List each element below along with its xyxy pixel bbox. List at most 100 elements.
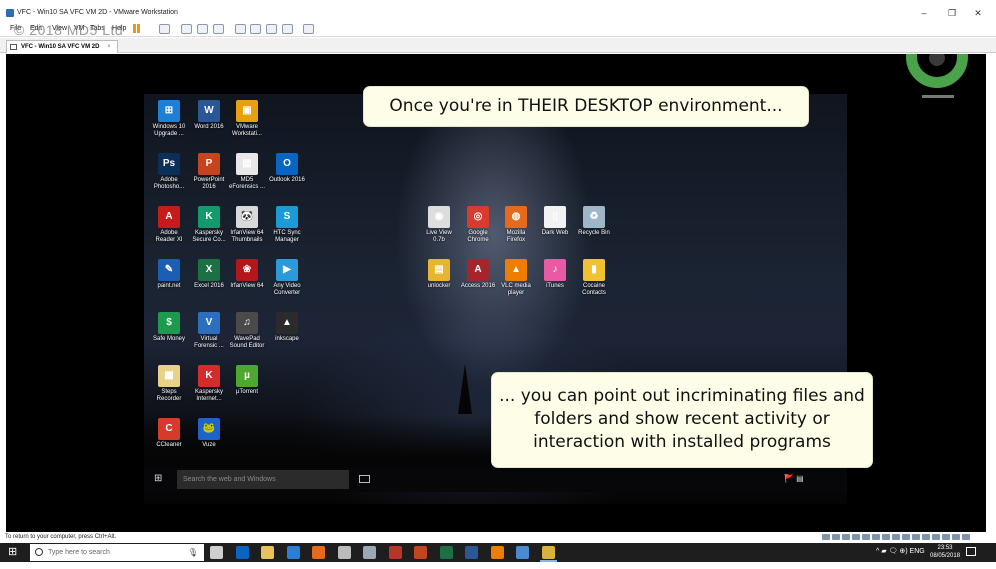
desktop-icon[interactable]: ▦ Steps Recorder [150,365,188,403]
unity-icon[interactable] [282,24,293,34]
desktop-icon[interactable]: ◎ Google Chrome [459,206,497,244]
device-icon[interactable] [912,534,920,540]
vm-console[interactable]: ⊞ Windows 10 Upgrade ... W Word 2016 ▣ VMware… [6,54,986,532]
desktop-icon[interactable]: W Word 2016 [190,100,228,131]
show-library-icon[interactable] [235,24,246,34]
taskbar-firefox-icon[interactable] [312,546,325,559]
minimize-button[interactable]: – [914,8,934,19]
guest-tray[interactable]: 🚩 ▤ [784,474,804,483]
device-icon[interactable] [902,534,910,540]
window-title: VFC - Win10 SA VFC VM 2D - VMware Workst… [17,9,178,16]
desktop-icon[interactable]: ◉ Live View 0.7b [420,206,458,244]
pause-icon[interactable] [131,24,142,34]
desktop-icon[interactable]: X Excel 2016 [190,259,228,290]
app-icon: ▶ [276,259,298,281]
desktop-icon[interactable]: 🐸 Vuze [190,418,228,449]
tab-close-icon[interactable]: × [107,44,111,50]
taskbar-edge-icon[interactable] [286,546,300,559]
device-icon[interactable] [832,534,840,540]
desktop-icon-label: VLC media player [501,283,531,296]
revert-snapshot-icon[interactable] [197,24,208,34]
device-icon[interactable] [962,534,970,540]
desktop-icon[interactable]: $ Safe Money [150,312,188,343]
desktop-icon[interactable]: ♻ Recycle Bin [575,206,613,237]
close-button[interactable]: ✕ [968,8,988,19]
desktop-icon[interactable]: ✎ paint.net [150,259,188,290]
taskbar-calculator-icon[interactable] [337,546,351,559]
desktop-icon[interactable]: ▲ VLC media player [497,259,535,297]
guest-task-view-icon[interactable] [359,475,370,483]
taskbar-excel-icon[interactable] [439,546,453,559]
desktop-icon[interactable]: V Virtual Forensic ... [190,312,228,350]
app-icon: ▤ [428,259,450,281]
desktop-icon[interactable]: K Kaspersky Internet... [190,365,228,403]
desktop-icon[interactable]: A Adobe Reader XI [150,206,188,244]
taskbar-task-view-icon[interactable] [210,546,223,559]
desktop-icon[interactable]: K Kaspersky Secure Co... [190,206,228,244]
desktop-icon[interactable]: ▮ Cocaine Contacts [575,259,613,297]
desktop-icon[interactable]: ♪ iTunes [536,259,574,290]
desktop-icon[interactable]: ▤ unlocker [420,259,458,290]
desktop-icon-label: IrfanView 64 Thumbnails [230,230,264,243]
desktop-icon-label: Adobe Photosho... [153,177,185,190]
device-icon[interactable] [872,534,880,540]
device-icon[interactable] [922,534,930,540]
desktop-icon[interactable]: Ps Adobe Photosho... [150,153,188,191]
desktop-icon[interactable]: ▤ MD5 eForensics ... [228,153,266,191]
guest-search-input[interactable]: Search the web and Windows [177,470,349,489]
desktop-icon[interactable]: O Outlook 2016 [268,153,306,184]
taskbar-outlook-icon[interactable] [235,546,249,559]
taskbar-network-icon[interactable] [516,546,529,559]
host-search-input[interactable]: Type here to search 🎙 [30,544,204,561]
callout-top: Once you're in THEIR DESKTOP environment… [364,87,808,126]
device-icon[interactable] [852,534,860,540]
taskbar-vlc-icon[interactable] [490,546,504,559]
maximize-button[interactable]: ❐ [942,8,962,19]
taskbar-forensics-icon[interactable] [388,546,402,559]
snapshot-manager-icon[interactable] [213,24,224,34]
full-screen-icon[interactable] [266,24,277,34]
desktop-icon[interactable]: ❀ IrfanView 64 [228,259,266,290]
desktop-icon[interactable]: ▯ Dark Web [536,206,574,237]
guest-taskbar: ⊞ Search the web and Windows 🚩 ▤ [144,468,847,492]
desktop-icon[interactable]: ▶ Any Video Converter [268,259,306,297]
desktop-icon[interactable]: ◍ Mozilla Firefox [497,206,535,244]
desktop-icon[interactable]: A Access 2016 [459,259,497,290]
desktop-icon[interactable]: C CCleaner [150,418,188,449]
send-ctrl-alt-del-icon[interactable] [159,24,170,34]
desktop-icon[interactable]: ♫ WavePad Sound Editor [228,312,266,350]
microphone-icon[interactable]: 🎙 [188,544,198,561]
tab-vm[interactable]: VFC - Win10 SA VFC VM 2D × [6,40,118,53]
desktop-icon[interactable]: ▲ inkscape [268,312,306,343]
thumbnail-bar-icon[interactable] [250,24,261,34]
device-icon[interactable] [882,534,890,540]
windows-start-icon[interactable]: ⊞ [8,547,17,558]
device-icon[interactable] [892,534,900,540]
taskbar-powerpoint-icon[interactable] [414,546,427,559]
desktop-icon[interactable]: S HTC Sync Manager [268,206,306,244]
desktop-icon[interactable]: P PowerPoint 2016 [190,153,228,191]
desktop-icon[interactable]: ▣ VMware Workstati... [228,100,266,138]
app-icon: O [276,153,298,175]
desktop-icon[interactable]: µ µTorrent [228,365,266,396]
device-icon[interactable] [842,534,850,540]
desktop-icon-label: HTC Sync Manager [273,230,301,243]
taskbar-snipping-icon[interactable] [363,546,376,559]
device-icon[interactable] [952,534,960,540]
snapshot-icon[interactable] [181,24,192,34]
desktop-icon[interactable]: ⊞ Windows 10 Upgrade ... [150,100,188,138]
device-icon[interactable] [862,534,870,540]
guest-start-icon[interactable]: ⊞ [154,474,164,484]
taskbar-file-explorer-icon[interactable] [261,546,274,559]
device-icon[interactable] [932,534,940,540]
device-icon[interactable] [942,534,950,540]
system-tray[interactable]: ^ ▰ 🗨 ⊕) ENG [876,547,925,555]
taskbar-word-icon[interactable] [465,546,478,559]
clock[interactable]: 23:53 08/05/2018 [930,544,960,560]
action-center-icon[interactable] [966,547,976,556]
clock-date: 08/05/2018 [930,553,961,559]
taskbar-vmware-icon[interactable] [539,546,557,562]
desktop-icon[interactable]: 🐼 IrfanView 64 Thumbnails [228,206,266,244]
console-view-icon[interactable] [303,24,314,34]
device-icon[interactable] [822,534,830,540]
